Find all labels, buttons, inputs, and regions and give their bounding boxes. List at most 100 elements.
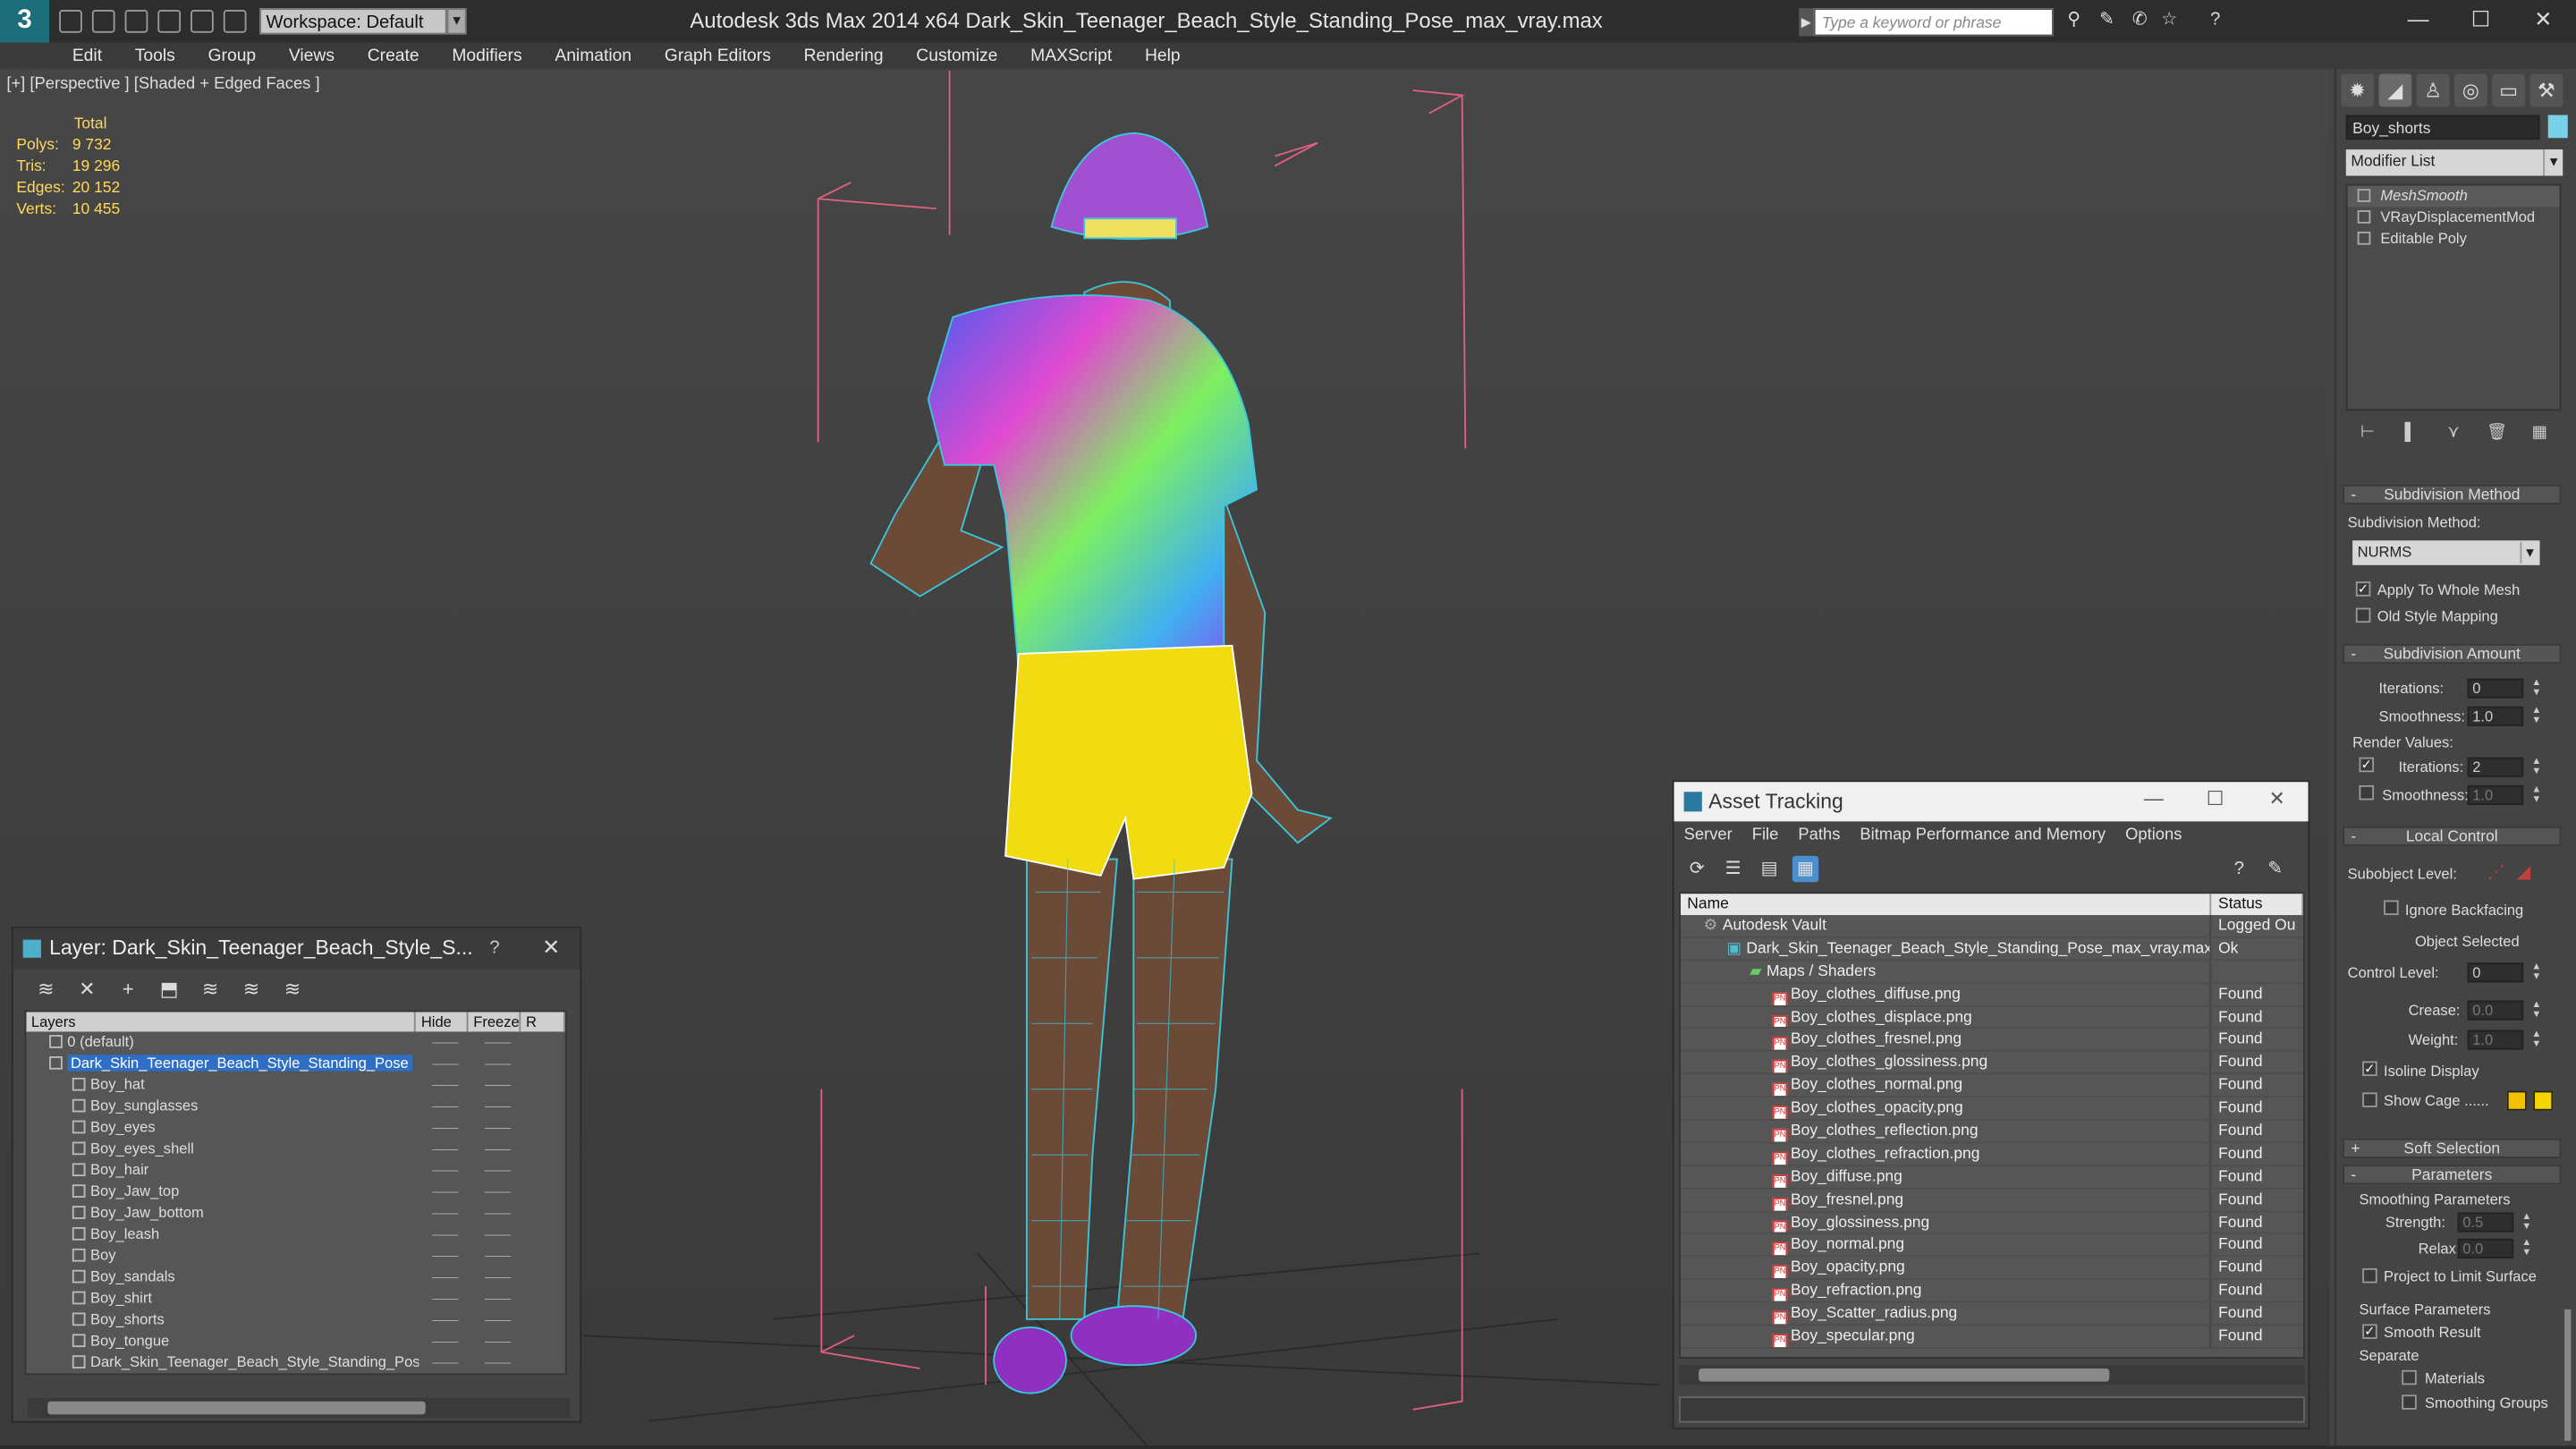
- layer-row[interactable]: Dark_Skin_Teenager_Beach_Style_Standing_…: [26, 1352, 564, 1374]
- spinner-arrows-icon[interactable]: ▲ ▼: [2531, 1001, 2543, 1021]
- table-view-icon[interactable]: ▦: [1792, 855, 1819, 883]
- close-button[interactable]: ✕: [2268, 787, 2284, 810]
- hide-toggle[interactable]: ——: [419, 1117, 471, 1139]
- menu-item-group[interactable]: Group: [191, 43, 272, 69]
- object-color-swatch[interactable]: [2547, 114, 2568, 139]
- asset-name-cell[interactable]: PNGBoy_normal.png: [1681, 1234, 2212, 1256]
- modifier-stack[interactable]: MeshSmooth VRayDisplacementMod Editable Po…: [2345, 183, 2562, 411]
- open-file-icon[interactable]: [91, 10, 115, 33]
- show-cage-checkbox[interactable]: [2362, 1092, 2377, 1107]
- asset-name-cell[interactable]: PNGBoy_clothes_refraction.png: [1681, 1143, 2212, 1165]
- maximize-button[interactable]: ☐: [2464, 5, 2497, 35]
- spinner-arrows-icon[interactable]: ▲ ▼: [2531, 758, 2543, 777]
- menu-item-views[interactable]: Views: [273, 43, 352, 69]
- isoline-display-checkbox[interactable]: ✓: [2362, 1061, 2377, 1077]
- layer-row[interactable]: Boy_Jaw_bottom —— ——: [26, 1202, 564, 1224]
- column-name[interactable]: Name: [1681, 894, 2212, 916]
- edge-level-icon[interactable]: ◢: [2517, 860, 2531, 882]
- asset-menu-options[interactable]: Options: [2125, 823, 2182, 849]
- delete-layer-icon[interactable]: ✕: [74, 976, 100, 1002]
- thumbnail-view-icon[interactable]: ▤: [1756, 856, 1782, 882]
- layer-name-cell[interactable]: Boy_shorts: [26, 1309, 419, 1331]
- layer-horizontal-scrollbar[interactable]: [28, 1398, 571, 1419]
- stack-item-editable poly[interactable]: Editable Poly: [2348, 228, 2560, 250]
- hide-toggle[interactable]: ——: [419, 1267, 471, 1288]
- asset-row[interactable]: ▰ Maps / Shaders: [1680, 961, 2304, 984]
- create-tab-icon[interactable]: ✹: [2341, 73, 2375, 107]
- layer-row[interactable]: Boy —— ——: [26, 1245, 564, 1267]
- help-icon[interactable]: ?: [2205, 10, 2226, 31]
- layer-row[interactable]: Boy_hair —— ——: [26, 1160, 564, 1182]
- layer-row[interactable]: Boy_Jaw_top —— ——: [26, 1182, 564, 1203]
- chevron-down-icon[interactable]: ▼: [446, 8, 467, 35]
- hide-toggle[interactable]: ——: [419, 1139, 471, 1160]
- asset-name-cell[interactable]: PNGBoy_clothes_fresnel.png: [1681, 1029, 2212, 1051]
- freeze-toggle[interactable]: ——: [471, 1331, 524, 1352]
- asset-row[interactable]: PNGBoy_clothes_opacity.png Found: [1680, 1097, 2304, 1121]
- smoothing-groups-checkbox[interactable]: [2402, 1394, 2417, 1410]
- object-name-field[interactable]: Boy_shorts: [2345, 114, 2540, 140]
- old-style-mapping-checkbox[interactable]: [2355, 607, 2371, 623]
- cage-color-swatch-2[interactable]: [2533, 1090, 2554, 1111]
- command-panel-scrollbar[interactable]: [2564, 1309, 2572, 1441]
- list-view-icon[interactable]: ☰: [1720, 856, 1746, 882]
- spinner-arrows-icon[interactable]: ▲ ▼: [2521, 1239, 2533, 1258]
- hide-toggle[interactable]: ——: [419, 1352, 471, 1374]
- column-freeze[interactable]: Freeze: [469, 1012, 521, 1032]
- hide-toggle[interactable]: ——: [419, 1224, 471, 1245]
- relax-spinner[interactable]: 0.0: [2457, 1238, 2514, 1258]
- asset-row[interactable]: PNGBoy_clothes_glossiness.png Found: [1680, 1052, 2304, 1075]
- weight-spinner[interactable]: 1.0: [2467, 1030, 2524, 1050]
- vertex-level-icon[interactable]: ⋰: [2487, 860, 2505, 882]
- asset-row[interactable]: PNGBoy_fresnel.png Found: [1680, 1189, 2304, 1212]
- search-input[interactable]: Type a keyword or phrase: [1813, 8, 2054, 37]
- hide-toggle[interactable]: ——: [419, 1202, 471, 1224]
- asset-row[interactable]: PNGBoy_diffuse.png Found: [1680, 1165, 2304, 1190]
- asset-row[interactable]: PNGBoy_clothes_refraction.png Found: [1680, 1143, 2304, 1166]
- pin-stack-icon[interactable]: ⊢: [2358, 424, 2377, 444]
- apply-whole-mesh-checkbox[interactable]: ✓: [2355, 581, 2371, 597]
- layer-row[interactable]: Boy_shirt —— ——: [26, 1288, 564, 1309]
- layer-row[interactable]: Boy_tongue —— ——: [26, 1331, 564, 1352]
- ignore-backfacing-checkbox[interactable]: [2384, 900, 2399, 916]
- freeze-toggle[interactable]: ——: [471, 1224, 524, 1245]
- asset-row[interactable]: PNGBoy_Scatter_radius.png Found: [1680, 1302, 2304, 1326]
- spinner-arrows-icon[interactable]: ▲ ▼: [2531, 1030, 2543, 1050]
- refresh-icon[interactable]: ⟳: [1684, 856, 1710, 882]
- app-logo-icon[interactable]: 3: [0, 0, 50, 43]
- close-button[interactable]: ✕: [2527, 5, 2560, 35]
- help-icon[interactable]: ?: [2226, 856, 2252, 882]
- spinner-arrows-icon[interactable]: ▲ ▼: [2531, 962, 2543, 982]
- asset-name-cell[interactable]: PNGBoy_clothes_displace.png: [1681, 1006, 2212, 1028]
- hide-toggle[interactable]: ——: [419, 1288, 471, 1309]
- asset-menu-server[interactable]: Server: [1684, 823, 1733, 849]
- favorites-star-icon[interactable]: ☆: [2158, 10, 2180, 31]
- rollout-subdivision-amount[interactable]: - Subdivision Amount: [2343, 643, 2562, 665]
- asset-name-cell[interactable]: PNGBoy_clothes_reflection.png: [1681, 1120, 2212, 1142]
- freeze-toggle[interactable]: ——: [471, 1160, 524, 1182]
- hide-toggle[interactable]: ——: [419, 1331, 471, 1352]
- asset-name-cell[interactable]: PNGBoy_clothes_opacity.png: [1681, 1097, 2212, 1119]
- asset-row[interactable]: PNGBoy_glossiness.png Found: [1680, 1211, 2304, 1235]
- spinner-arrows-icon[interactable]: ▲ ▼: [2531, 785, 2543, 805]
- rollout-parameters[interactable]: - Parameters: [2343, 1165, 2562, 1185]
- scrollbar-thumb[interactable]: [47, 1401, 426, 1415]
- close-icon[interactable]: ✕: [542, 935, 560, 961]
- layer-row[interactable]: Dark_Skin_Teenager_Beach_Style_Standing_…: [26, 1053, 564, 1074]
- freeze-toggle[interactable]: ——: [471, 1245, 524, 1267]
- layer-name-cell[interactable]: Boy_Jaw_top: [26, 1182, 419, 1203]
- rollout-subdivision-method[interactable]: - Subdivision Method: [2343, 484, 2562, 504]
- freeze-toggle[interactable]: ——: [471, 1202, 524, 1224]
- cage-color-swatch-1[interactable]: [2506, 1090, 2527, 1111]
- hierarchy-tab-icon[interactable]: ♙: [2416, 73, 2450, 107]
- layer-row[interactable]: Boy_sunglasses —— ——: [26, 1096, 564, 1117]
- asset-row[interactable]: PNGBoy_specular.png Found: [1680, 1326, 2304, 1349]
- asset-row[interactable]: PNGBoy_clothes_displace.png Found: [1680, 1006, 2304, 1030]
- freeze-toggle[interactable]: ——: [471, 1288, 524, 1309]
- remove-modifier-icon[interactable]: 🗑: [2487, 424, 2507, 444]
- configure-sets-icon[interactable]: ▦: [2529, 424, 2549, 444]
- new-file-icon[interactable]: [59, 10, 82, 33]
- menu-item-animation[interactable]: Animation: [538, 43, 648, 69]
- menu-item-help[interactable]: Help: [1129, 43, 1197, 69]
- freeze-toggle[interactable]: ——: [471, 1267, 524, 1288]
